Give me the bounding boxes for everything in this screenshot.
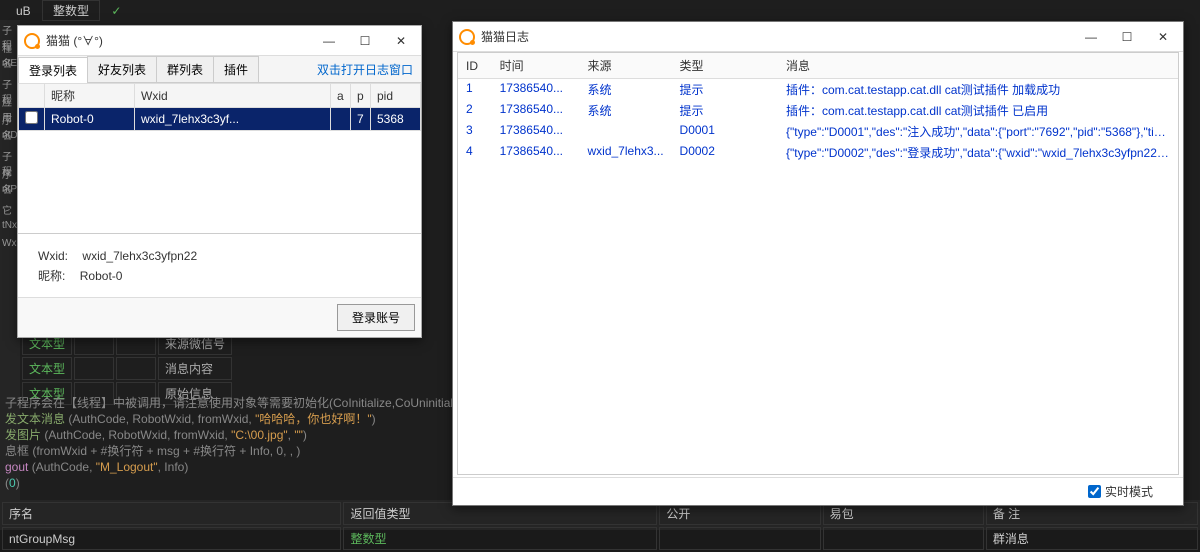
login-button[interactable]: 登录账号 — [337, 304, 415, 331]
login-grid[interactable]: 昵称Wxidappid Robot-0wxid_7lehx3c3yf...753… — [18, 83, 421, 233]
realtime-mode-toggle[interactable]: 实时模式 — [1088, 483, 1153, 500]
log-header[interactable]: 类型 — [672, 53, 778, 79]
log-title: 猫猫日志 — [481, 28, 1077, 45]
maximize-button[interactable]: ☐ — [351, 30, 379, 52]
grid-header[interactable]: a — [331, 84, 351, 108]
maximize-button[interactable]: ☐ — [1113, 26, 1141, 48]
log-header[interactable]: 时间 — [492, 53, 580, 79]
log-titlebar[interactable]: 猫猫日志 — ☐ ✕ — [453, 22, 1183, 52]
detail-nick-label: 昵称: — [38, 269, 65, 283]
minimize-button[interactable]: — — [1077, 26, 1105, 48]
detail-wxid-value: wxid_7lehx3c3yfpn22 — [82, 249, 197, 263]
bg-code-block: 子程序会在【线程】中被调用，请注意使用对象等需要初始化(CoInitialize… — [5, 395, 445, 491]
grid-header[interactable]: p — [351, 84, 371, 108]
detail-wxid-label: Wxid: — [38, 249, 68, 263]
log-header[interactable]: ID — [458, 53, 492, 79]
log-table[interactable]: ID时间来源类型消息 117386540...系统提示插件：com.cat.te… — [457, 52, 1179, 475]
grid-header[interactable]: Wxid — [135, 84, 331, 108]
robot-tabs: 登录列表 好友列表 群列表 插件 双击打开日志窗口 — [18, 56, 421, 83]
grid-header[interactable]: pid — [371, 84, 421, 108]
tab-friend-list[interactable]: 好友列表 — [87, 56, 157, 82]
log-window: 猫猫日志 — ☐ ✕ ID时间来源类型消息 117386540...系统提示插件… — [452, 21, 1184, 506]
robot-title: 猫猫 (°∀°) — [46, 32, 315, 49]
row-checkbox[interactable] — [25, 111, 38, 124]
app-icon — [459, 29, 475, 45]
detail-panel: Wxid: wxid_7lehx3c3yfpn22 昵称: Robot-0 — [18, 233, 421, 299]
open-log-hint[interactable]: 双击打开日志窗口 — [309, 57, 421, 82]
minimize-button[interactable]: — — [315, 30, 343, 52]
robot-titlebar[interactable]: 猫猫 (°∀°) — ☐ ✕ — [18, 26, 421, 56]
bg-bottom-note: 群消息 — [986, 527, 1198, 550]
log-row[interactable]: 217386540...系统提示插件：com.cat.testapp.cat.d… — [458, 100, 1178, 121]
robot-window: 猫猫 (°∀°) — ☐ ✕ 登录列表 好友列表 群列表 插件 双击打开日志窗口… — [17, 25, 422, 338]
grid-header[interactable]: 昵称 — [45, 84, 135, 108]
tab-plugins[interactable]: 插件 — [213, 56, 259, 82]
grid-header[interactable] — [19, 84, 45, 108]
close-button[interactable]: ✕ — [1149, 26, 1177, 48]
close-button[interactable]: ✕ — [387, 30, 415, 52]
log-row[interactable]: 317386540...D0001{"type":"D0001","des":"… — [458, 121, 1178, 142]
tab-group-list[interactable]: 群列表 — [156, 56, 214, 82]
bg-check: ✓ — [103, 2, 129, 20]
table-row[interactable]: Robot-0wxid_7lehx3c3yf...75368 — [19, 108, 421, 131]
tab-login-list[interactable]: 登录列表 — [18, 57, 88, 83]
log-header[interactable]: 来源 — [580, 53, 672, 79]
realtime-checkbox[interactable] — [1088, 485, 1101, 498]
bg-bottom-name: ntGroupMsg — [2, 527, 341, 550]
detail-nick-value: Robot-0 — [80, 269, 123, 283]
bg-bottom-type: 整数型 — [343, 527, 657, 550]
log-row[interactable]: 417386540...wxid_7lehx3...D0002{"type":"… — [458, 142, 1178, 163]
bg-type-cell: 整数型 — [42, 0, 100, 21]
app-icon — [24, 33, 40, 49]
log-row[interactable]: 117386540...系统提示插件：com.cat.testapp.cat.d… — [458, 79, 1178, 101]
log-header[interactable]: 消息 — [778, 53, 1178, 79]
realtime-label: 实时模式 — [1105, 483, 1153, 500]
